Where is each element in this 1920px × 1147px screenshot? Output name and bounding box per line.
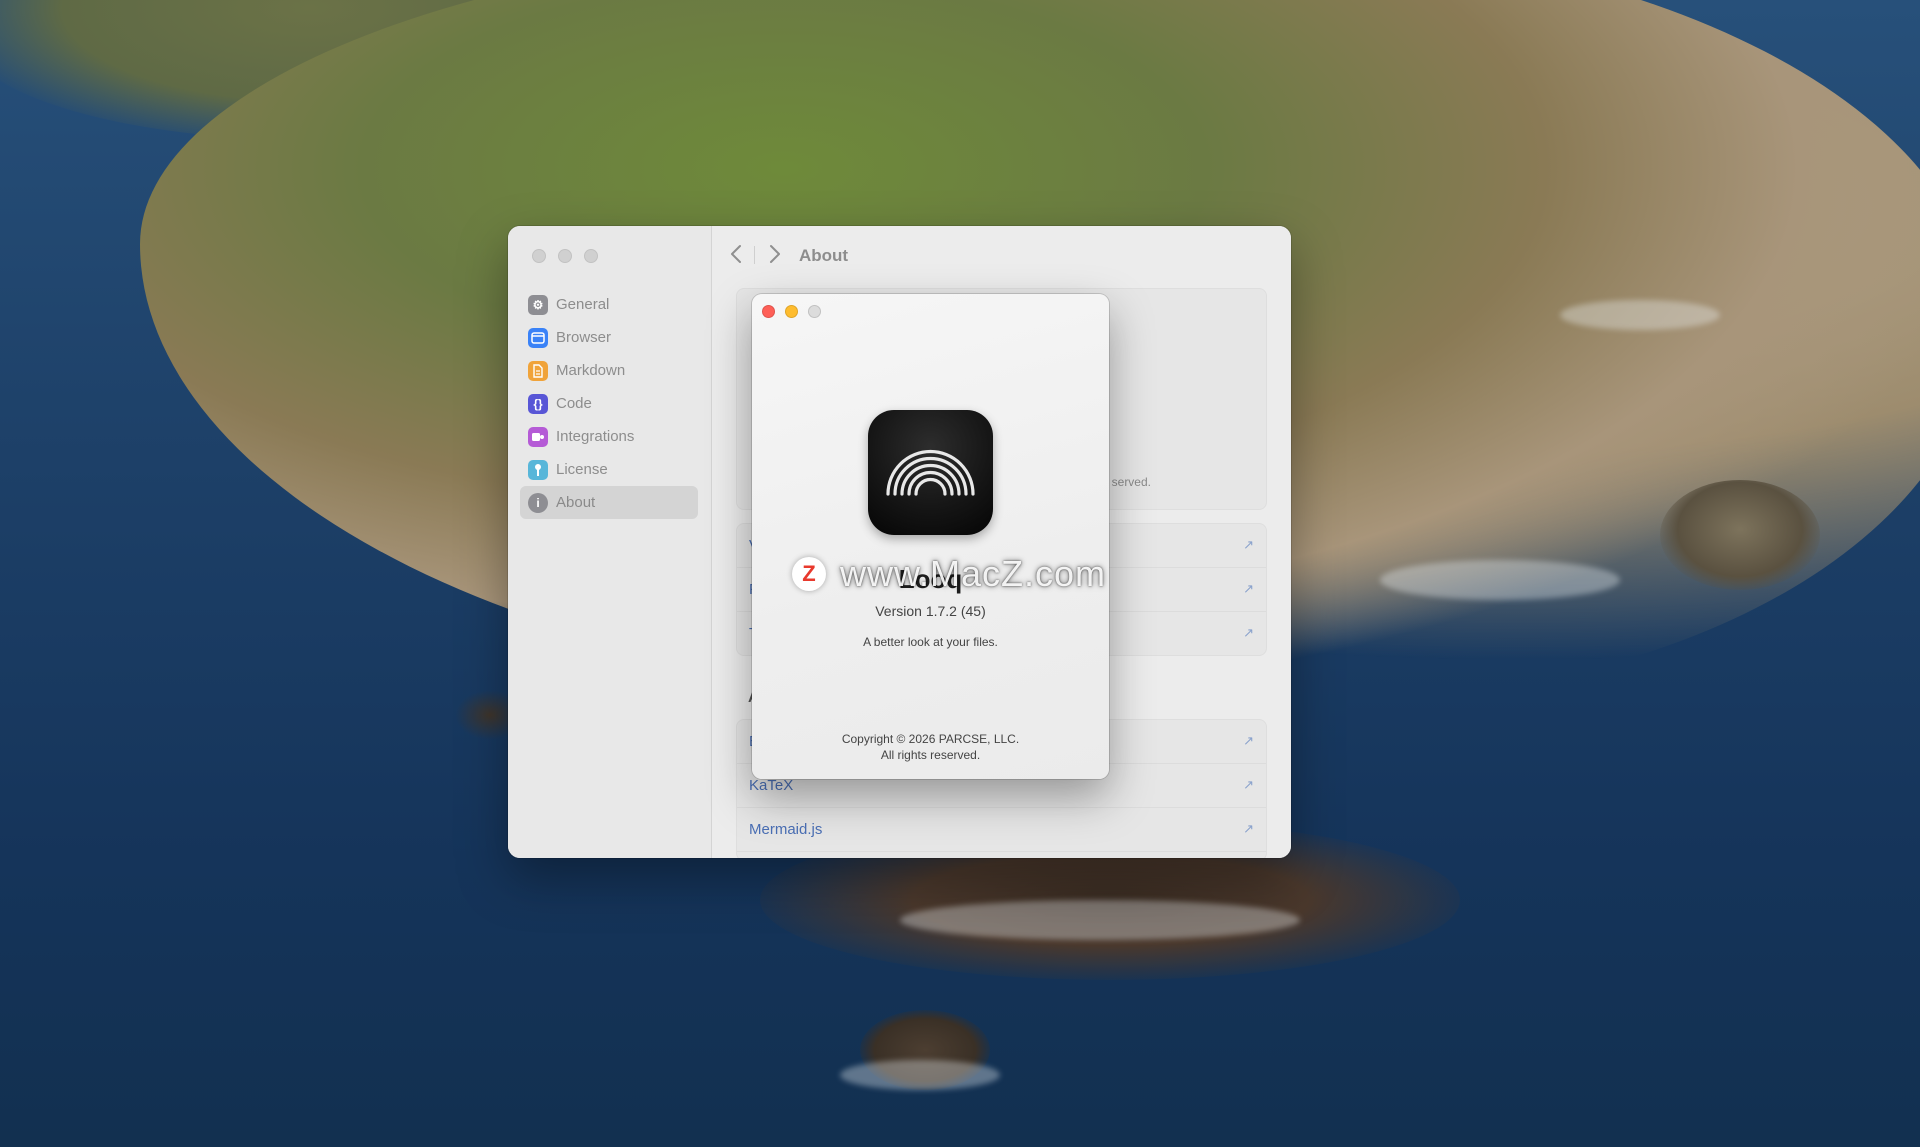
wave-foam	[840, 1060, 1000, 1090]
key-icon	[528, 459, 548, 480]
watermark: Z www.MacZ.com	[792, 553, 1106, 595]
app-version: Version 1.7.2 (45)	[875, 603, 986, 619]
sea-rock	[1660, 480, 1820, 590]
link-label: Mermaid.js	[749, 821, 823, 838]
sidebar-item-code[interactable]: {} Code	[520, 387, 698, 420]
document-icon	[528, 360, 548, 381]
watermark-text: www.MacZ.com	[840, 553, 1107, 594]
rainbow-arcs-icon	[868, 410, 993, 535]
external-link-icon: ↗	[1243, 733, 1254, 748]
app-tagline: A better look at your files.	[863, 635, 998, 649]
watermark-logo: Z	[792, 557, 826, 591]
info-icon: i	[528, 492, 548, 513]
minimize-button[interactable]	[558, 249, 572, 263]
settings-sidebar: ⚙ General Browser Markdown {} Code Integ…	[508, 226, 712, 858]
about-panel: Looq Version 1.7.2 (45) A better look at…	[752, 294, 1109, 779]
browser-window-icon	[528, 327, 548, 348]
zoom-button[interactable]	[584, 249, 598, 263]
rights-text: served.	[1111, 475, 1151, 489]
sidebar-item-label: License	[556, 461, 608, 478]
minimize-button[interactable]	[785, 305, 798, 318]
chevron-left-icon	[731, 245, 741, 263]
sidebar-item-general[interactable]: ⚙ General	[520, 288, 698, 321]
window-controls	[532, 249, 598, 263]
forward-button[interactable]	[764, 242, 786, 266]
sidebar-item-label: Browser	[556, 329, 612, 346]
sidebar-item-license[interactable]: License	[520, 453, 698, 486]
chevron-right-icon	[770, 245, 780, 263]
back-button[interactable]	[725, 242, 747, 266]
sidebar-item-label: About	[556, 494, 596, 511]
external-link-icon: ↗	[1243, 821, 1254, 836]
page-title: About	[799, 246, 849, 265]
settings-toolbar: About	[712, 226, 1291, 284]
wave-foam	[1380, 560, 1620, 600]
sidebar-list: ⚙ General Browser Markdown {} Code Integ…	[520, 288, 698, 519]
gear-icon: ⚙	[528, 294, 548, 315]
wave-foam	[1560, 300, 1720, 330]
external-link-icon: ↗	[1243, 537, 1254, 552]
close-button[interactable]	[532, 249, 546, 263]
sidebar-item-about[interactable]: i About	[520, 486, 698, 519]
sidebar-item-markdown[interactable]: Markdown	[520, 354, 698, 387]
sidebar-item-browser[interactable]: Browser	[520, 321, 698, 354]
toolbar-divider	[754, 246, 755, 264]
window-controls	[762, 305, 821, 318]
wave-foam	[900, 900, 1300, 940]
external-link-icon: ↗	[1243, 625, 1254, 640]
copyright-text: Copyright © 2026 PARCSE, LLC. All rights…	[752, 731, 1109, 763]
link-label: KaTeX	[749, 777, 794, 794]
zoom-button[interactable]	[808, 305, 821, 318]
sidebar-item-label: Markdown	[556, 362, 626, 379]
puzzle-icon	[528, 426, 548, 447]
copyright-line: Copyright © 2026 PARCSE, LLC.	[841, 732, 1020, 746]
sidebar-item-label: Code	[556, 395, 592, 412]
sidebar-item-integrations[interactable]: Integrations	[520, 420, 698, 453]
sidebar-item-label: Integrations	[556, 428, 635, 445]
rights-line: All rights reserved.	[880, 748, 981, 762]
external-link-icon: ↗	[1243, 581, 1254, 596]
braces-icon: {}	[528, 393, 548, 414]
external-link-icon: ↗	[1243, 777, 1254, 792]
sidebar-item-label: General	[556, 296, 610, 313]
acknowledgement-row[interactable]: Mermaid.js ↗	[737, 808, 1266, 852]
close-button[interactable]	[762, 305, 775, 318]
